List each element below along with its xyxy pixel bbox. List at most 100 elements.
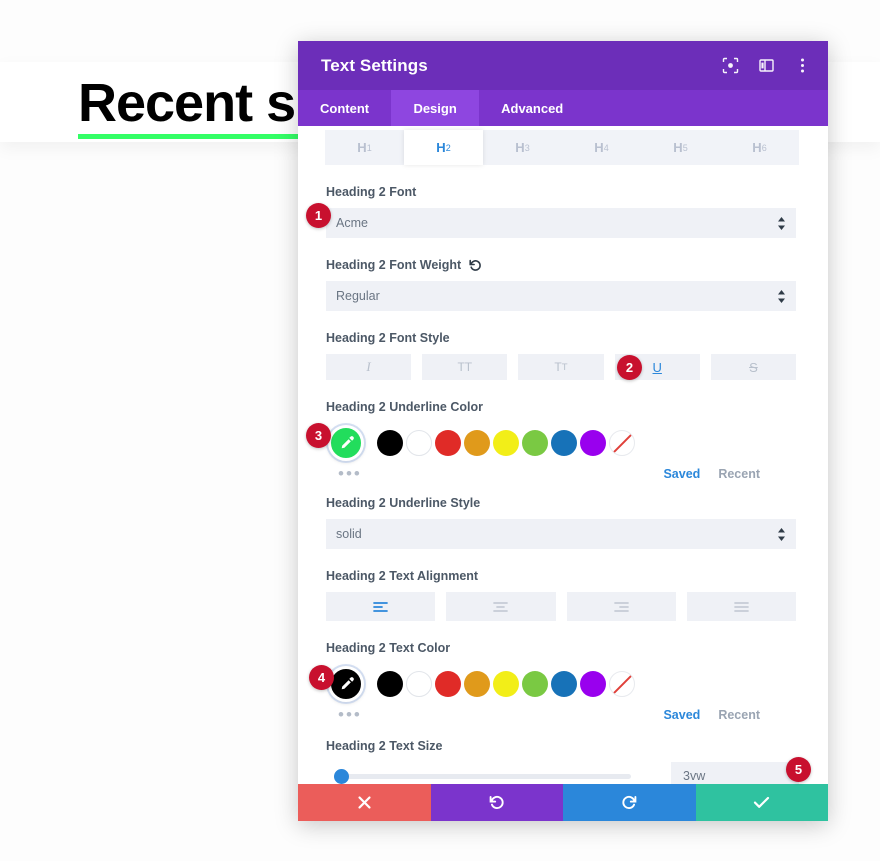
redo-button[interactable] — [563, 784, 696, 821]
text-color-selected-swatch[interactable] — [328, 666, 364, 702]
heading-font-value: Acme — [336, 216, 368, 230]
underline-color-swatch-green[interactable] — [522, 430, 548, 456]
modal-tab-bar: Content Design Advanced — [298, 90, 828, 126]
focus-icon[interactable] — [720, 56, 740, 76]
align-left-button[interactable] — [326, 592, 436, 621]
font-style-capitalize-button[interactable]: TT — [518, 354, 604, 380]
underline-color-swatch-black[interactable] — [377, 430, 403, 456]
slider-thumb[interactable] — [334, 768, 349, 784]
chevron-updown-icon — [777, 216, 786, 230]
text-size-input[interactable]: 3vw — [671, 762, 799, 784]
underline-color-swatch-none[interactable] — [609, 430, 635, 456]
tab-design[interactable]: Design — [391, 90, 480, 126]
modal-footer-bar — [298, 784, 828, 821]
text-alignment-button-group — [326, 592, 796, 621]
field-heading-font: Heading 2 Font Acme — [326, 185, 800, 238]
modal-titlebar: Text Settings — [298, 41, 828, 90]
heading-tab-h5[interactable]: H5 — [641, 130, 720, 165]
font-style-button-group: I TT TT U S — [326, 354, 797, 380]
font-style-strikethrough-button[interactable]: S — [710, 354, 797, 380]
text-color-swatch-blue[interactable] — [551, 671, 577, 697]
text-size-slider[interactable] — [334, 766, 631, 784]
label-heading-underline-color: Heading 2 Underline Color — [326, 400, 483, 414]
font-style-uppercase-button[interactable]: TT — [422, 354, 508, 380]
heading-underline-style-select[interactable]: solid — [326, 519, 796, 549]
heading-font-select[interactable]: Acme — [326, 208, 796, 238]
underline-color-swatch-red[interactable] — [435, 430, 461, 456]
text-settings-modal: Text Settings Content Design Advanced H … — [298, 41, 828, 821]
reset-icon[interactable] — [469, 259, 482, 272]
label-heading-text-size: Heading 2 Text Size — [326, 739, 443, 753]
field-heading-text-color: Heading 2 Text Color ••• Saved Recent — [326, 641, 800, 723]
field-heading-font-weight: Heading 2 Font Weight Regular — [326, 258, 800, 311]
slider-track — [334, 773, 631, 779]
text-color-swatch-purple[interactable] — [580, 671, 606, 697]
heading-tab-h6[interactable]: H6 — [720, 130, 799, 165]
text-color-palette-tab-recent[interactable]: Recent — [718, 708, 760, 722]
label-heading-underline-style: Heading 2 Underline Style — [326, 496, 481, 510]
underline-palette-tab-recent[interactable]: Recent — [718, 467, 760, 481]
text-color-swatch-none[interactable] — [609, 671, 635, 697]
underline-color-swatch-blue[interactable] — [551, 430, 577, 456]
annotation-badge-2: 2 — [617, 355, 642, 380]
underline-color-swatch-white[interactable] — [406, 430, 432, 456]
label-heading-text-color: Heading 2 Text Color — [326, 641, 451, 655]
text-size-control: 3vw — [326, 762, 800, 784]
heading-tab-h4[interactable]: H4 — [562, 130, 641, 165]
text-color-swatch-orange[interactable] — [464, 671, 490, 697]
underline-color-palette — [326, 423, 800, 463]
text-color-palette-tab-saved[interactable]: Saved — [663, 708, 700, 722]
text-color-swatch-black[interactable] — [377, 671, 403, 697]
annotation-badge-4: 4 — [309, 665, 334, 690]
text-color-swatch-white[interactable] — [406, 671, 432, 697]
annotation-badge-1: 1 — [306, 203, 331, 228]
more-vertical-icon[interactable] — [792, 56, 812, 76]
underline-color-swatch-yellow[interactable] — [493, 430, 519, 456]
annotation-badge-3: 3 — [306, 423, 331, 448]
font-style-italic-button[interactable]: I — [326, 354, 412, 380]
annotation-badge-5: 5 — [786, 757, 811, 782]
field-heading-underline-style: Heading 2 Underline Style solid — [326, 496, 800, 549]
text-color-palette — [326, 664, 800, 704]
underline-color-swatch-orange[interactable] — [464, 430, 490, 456]
label-heading-font-weight: Heading 2 Font Weight — [326, 258, 800, 272]
align-justify-button[interactable] — [686, 592, 796, 621]
align-center-button[interactable] — [446, 592, 556, 621]
label-heading-font-style: Heading 2 Font Style — [326, 331, 450, 345]
chevron-updown-icon — [777, 527, 786, 541]
field-heading-text-size: Heading 2 Text Size 3vw — [326, 739, 800, 784]
underline-palette-tab-saved[interactable]: Saved — [663, 467, 700, 481]
tab-advanced[interactable]: Advanced — [479, 90, 585, 126]
label-heading-font: Heading 2 Font — [326, 185, 417, 199]
field-heading-underline-color: Heading 2 Underline Color ••• Saved Rece… — [326, 400, 800, 482]
text-color-palette-footer: ••• Saved Recent — [326, 706, 796, 723]
text-color-more-button[interactable]: ••• — [338, 706, 362, 723]
tab-content[interactable]: Content — [298, 90, 391, 126]
heading-font-weight-select[interactable]: Regular — [326, 281, 796, 311]
underline-palette-footer: ••• Saved Recent — [326, 465, 796, 482]
heading-underline-style-value: solid — [336, 527, 362, 541]
chevron-updown-icon — [777, 289, 786, 303]
save-button[interactable] — [695, 784, 828, 821]
text-color-swatch-red[interactable] — [435, 671, 461, 697]
layout-panel-icon[interactable] — [756, 56, 776, 76]
field-heading-font-style: Heading 2 Font Style I TT TT U S — [326, 331, 800, 380]
heading-tab-h2[interactable]: H2 — [404, 130, 483, 165]
label-heading-text-alignment: Heading 2 Text Alignment — [326, 569, 479, 583]
heading-tab-h3[interactable]: H3 — [483, 130, 562, 165]
modal-body: H1 H2 H3 H4 H5 H6 Heading 2 Font Acme He… — [298, 126, 828, 784]
heading-font-weight-value: Regular — [336, 289, 380, 303]
field-heading-text-alignment: Heading 2 Text Alignment — [326, 569, 800, 621]
text-color-swatch-yellow[interactable] — [493, 671, 519, 697]
cancel-button[interactable] — [298, 784, 431, 821]
align-right-button[interactable] — [566, 592, 676, 621]
heading-tab-h1[interactable]: H1 — [325, 130, 404, 165]
underline-color-more-button[interactable]: ••• — [338, 465, 362, 482]
modal-title: Text Settings — [321, 55, 428, 75]
titlebar-icon-group — [720, 56, 812, 76]
underline-color-selected-swatch[interactable] — [328, 425, 364, 461]
heading-level-tabs: H1 H2 H3 H4 H5 H6 — [325, 130, 799, 165]
text-color-swatch-green[interactable] — [522, 671, 548, 697]
undo-button[interactable] — [430, 784, 563, 821]
underline-color-swatch-purple[interactable] — [580, 430, 606, 456]
